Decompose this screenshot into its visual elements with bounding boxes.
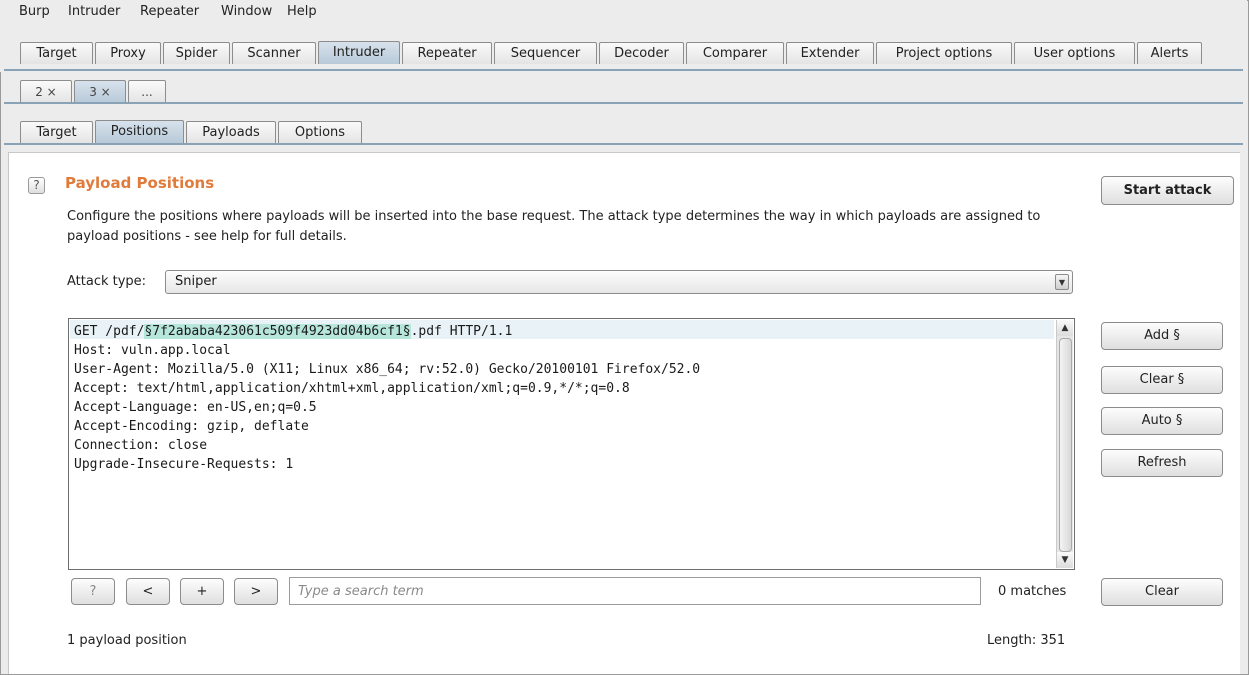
menu-bar: Burp Intruder Repeater Window Help — [0, 0, 1247, 22]
tab-sequencer[interactable]: Sequencer — [494, 42, 597, 64]
refresh-button[interactable]: Refresh — [1101, 449, 1223, 477]
request-length: Length: 351 — [987, 633, 1066, 648]
scroll-up-icon[interactable]: ▲ — [1057, 320, 1073, 336]
scroll-thumb[interactable] — [1059, 338, 1072, 552]
tab-alerts[interactable]: Alerts — [1137, 42, 1202, 64]
scroll-down-icon[interactable]: ▼ — [1057, 552, 1073, 568]
main-tab-divider — [4, 69, 1243, 71]
attack-type-label: Attack type: — [67, 274, 147, 289]
main-tab-row: Target Proxy Spider Scanner Intruder Rep… — [0, 22, 1247, 72]
tab-intruder[interactable]: Intruder — [318, 41, 400, 64]
tab-target[interactable]: Target — [20, 42, 93, 64]
tab-project-options[interactable]: Project options — [876, 42, 1012, 64]
tab-comparer[interactable]: Comparer — [686, 42, 784, 64]
search-input[interactable] — [289, 577, 981, 605]
header-accept-language: Accept-Language: en-US,en;q=0.5 — [74, 400, 317, 415]
subtab-positions[interactable]: Positions — [95, 120, 184, 143]
editor-scrollbar[interactable]: ▲ ▼ — [1056, 320, 1073, 568]
clear-markers-button[interactable]: Clear § — [1101, 366, 1223, 394]
add-marker-button[interactable]: Add § — [1101, 322, 1223, 350]
search-previous-button[interactable]: < — [126, 578, 170, 605]
tab-extender[interactable]: Extender — [786, 42, 874, 64]
search-help-icon[interactable]: ? — [71, 578, 115, 605]
payload-position-count: 1 payload position — [67, 633, 187, 648]
sub-tab-divider — [4, 143, 1243, 145]
payload-marker: §7f2ababa423061c509f4923dd04b6cf1§ — [144, 324, 411, 339]
search-options-button[interactable]: + — [180, 578, 224, 605]
request-editor[interactable]: GET /pdf/§7f2ababa423061c509f4923dd04b6c… — [68, 318, 1075, 570]
subtab-payloads[interactable]: Payloads — [186, 121, 276, 143]
header-accept-encoding: Accept-Encoding: gzip, deflate — [74, 419, 309, 434]
request-line-suffix: .pdf HTTP/1.1 — [410, 324, 513, 339]
section-description: Configure the positions where payloads w… — [67, 209, 1041, 244]
menu-help[interactable]: Help — [287, 4, 317, 19]
attack-type-value: Sniper — [175, 274, 217, 289]
subtab-options[interactable]: Options — [278, 121, 362, 143]
attack-tab-new[interactable]: ... — [128, 80, 166, 103]
tab-spider[interactable]: Spider — [163, 42, 230, 64]
request-text[interactable]: GET /pdf/§7f2ababa423061c509f4923dd04b6c… — [74, 322, 700, 474]
header-connection: Connection: close — [74, 438, 208, 453]
tab-decoder[interactable]: Decoder — [599, 42, 684, 64]
tab-user-options[interactable]: User options — [1014, 42, 1135, 64]
section-title: Payload Positions — [65, 174, 215, 192]
attack-tab-2[interactable]: 2 × — [20, 80, 72, 103]
start-attack-button[interactable]: Start attack — [1101, 176, 1234, 205]
subtab-target[interactable]: Target — [20, 121, 93, 143]
chevron-down-icon[interactable]: ▼ — [1055, 274, 1069, 290]
header-user-agent: User-Agent: Mozilla/5.0 (X11; Linux x86_… — [74, 362, 701, 377]
clear-search-button[interactable]: Clear — [1101, 578, 1223, 606]
tab-proxy[interactable]: Proxy — [95, 42, 161, 64]
auto-markers-button[interactable]: Auto § — [1101, 407, 1223, 435]
attack-type-select[interactable]: Sniper ▼ — [165, 270, 1073, 294]
attack-tab-divider — [4, 102, 1243, 104]
tab-repeater[interactable]: Repeater — [402, 42, 492, 64]
menu-burp[interactable]: Burp — [19, 4, 50, 19]
header-upgrade-insecure: Upgrade-Insecure-Requests: 1 — [74, 457, 294, 472]
header-accept: Accept: text/html,application/xhtml+xml,… — [74, 381, 630, 396]
search-next-button[interactable]: > — [234, 578, 278, 605]
search-match-count: 0 matches — [998, 584, 1067, 599]
tab-scanner[interactable]: Scanner — [232, 42, 316, 64]
menu-intruder[interactable]: Intruder — [68, 4, 120, 19]
attack-tab-3[interactable]: 3 × — [74, 80, 126, 103]
header-host: Host: vuln.app.local — [74, 343, 231, 358]
menu-window[interactable]: Window — [221, 4, 272, 19]
menu-repeater[interactable]: Repeater — [140, 4, 199, 19]
help-icon[interactable]: ? — [28, 177, 45, 194]
request-line-prefix: GET /pdf/ — [74, 324, 145, 339]
